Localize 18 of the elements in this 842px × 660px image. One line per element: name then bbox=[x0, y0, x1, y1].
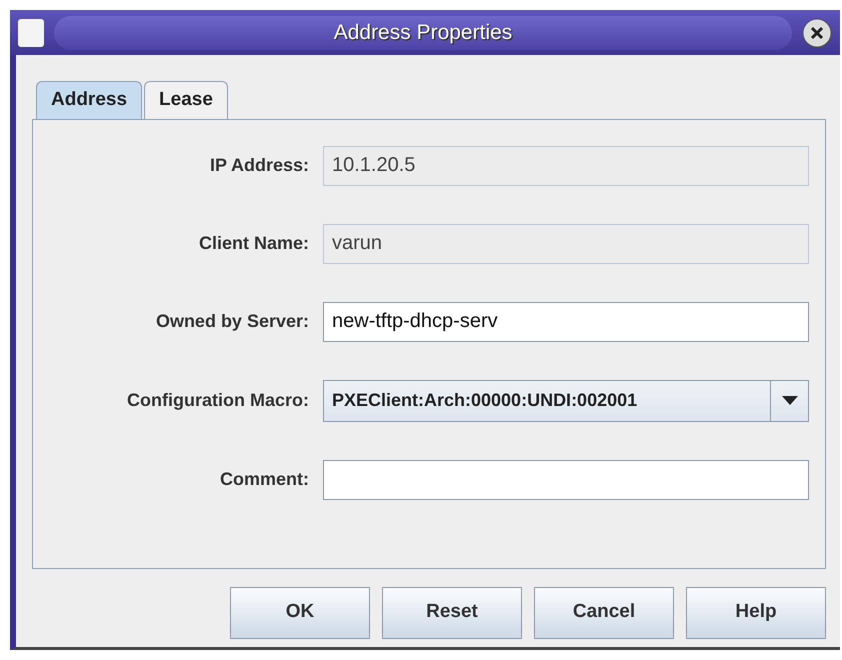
input-field[interactable] bbox=[323, 460, 809, 500]
document-icon bbox=[18, 18, 44, 46]
tab[interactable]: Lease bbox=[144, 81, 228, 118]
dialog-button[interactable]: Help bbox=[686, 586, 826, 638]
dropdown[interactable]: PXEClient:Arch:00000:UNDI:002001 bbox=[323, 380, 809, 422]
field-label: Comment: bbox=[219, 468, 309, 491]
field-label: IP Address: bbox=[208, 154, 309, 177]
caret-icon bbox=[782, 396, 798, 406]
dialog-button[interactable]: OK bbox=[230, 586, 370, 638]
field-label: Owned by Server: bbox=[154, 310, 309, 333]
field-label: Configuration Macro: bbox=[126, 389, 309, 412]
close-icon[interactable] bbox=[802, 18, 832, 48]
tab[interactable]: Address bbox=[36, 81, 142, 118]
field-label: Client Name: bbox=[198, 232, 309, 255]
input-field[interactable]: new-tftp-dhcp-serv bbox=[323, 302, 809, 342]
window-title: Address Properties bbox=[334, 20, 512, 46]
dialog-button[interactable]: Reset bbox=[382, 586, 522, 638]
dialog-button[interactable]: Cancel bbox=[534, 586, 674, 638]
